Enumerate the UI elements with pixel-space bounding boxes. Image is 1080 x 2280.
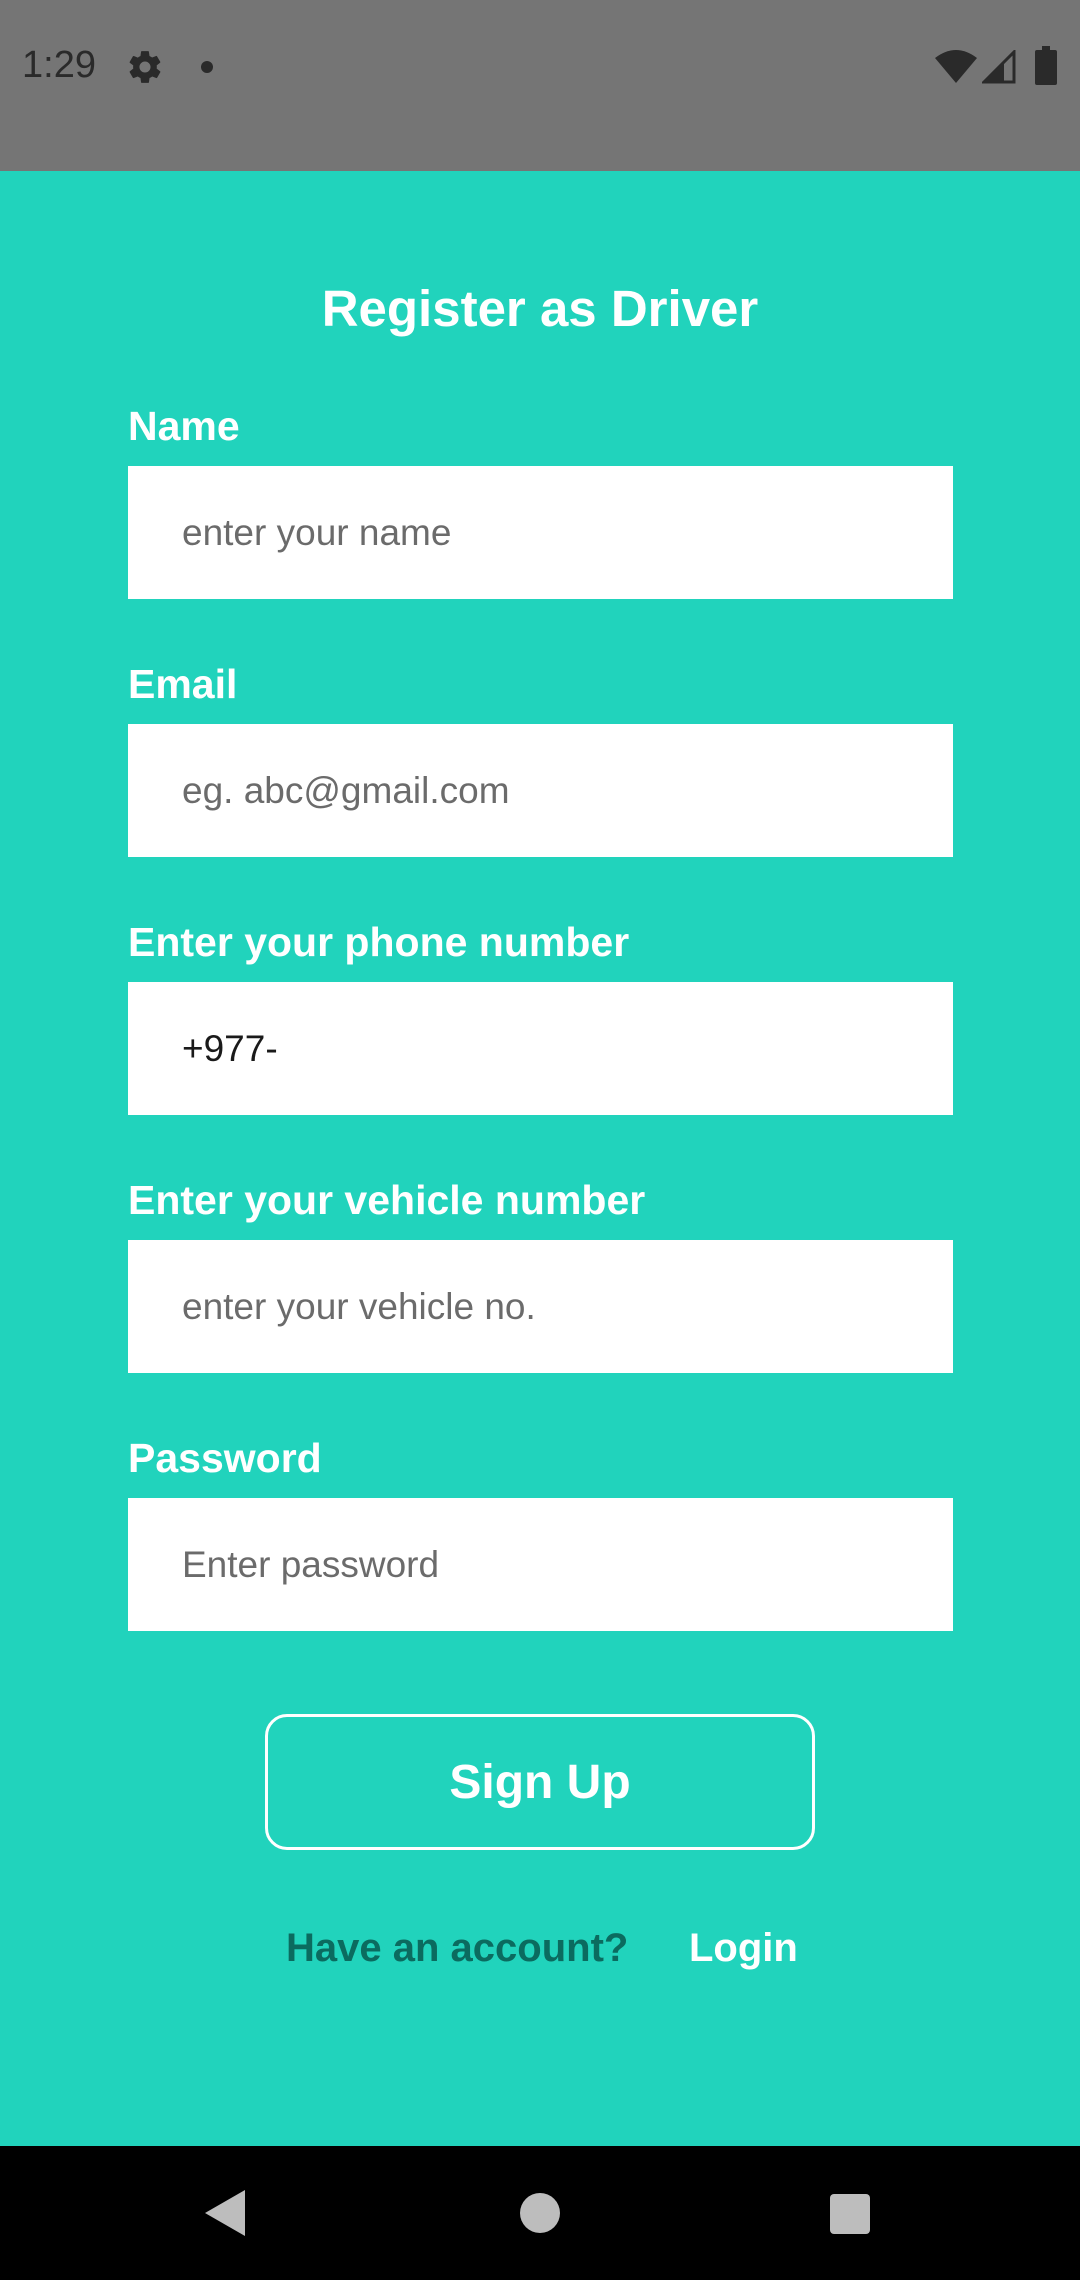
email-field-box — [128, 724, 953, 857]
phone-label: Enter your phone number — [128, 919, 630, 965]
name-input[interactable] — [182, 511, 953, 554]
have-account-text: Have an account? — [286, 1926, 629, 1970]
page-title: Register as Driver — [321, 280, 759, 337]
password-input[interactable] — [182, 1543, 953, 1586]
phone-field-box — [128, 982, 953, 1115]
vehicle-label: Enter your vehicle number — [128, 1177, 646, 1223]
gear-icon — [129, 51, 161, 83]
password-field-box — [128, 1498, 953, 1631]
signal-icon — [982, 50, 1016, 84]
vehicle-input[interactable] — [182, 1285, 953, 1328]
status-bar: 1:29 — [0, 0, 1080, 171]
login-link[interactable]: Login — [689, 1926, 798, 1971]
back-icon[interactable] — [205, 2190, 245, 2236]
name-field-box — [128, 466, 953, 599]
battery-icon — [1035, 46, 1057, 85]
password-label: Password — [128, 1435, 322, 1481]
vehicle-field-box — [128, 1240, 953, 1373]
name-label: Name — [128, 403, 240, 449]
notification-dot-icon — [201, 61, 213, 73]
email-input[interactable] — [182, 769, 953, 812]
home-icon[interactable] — [520, 2193, 560, 2233]
signup-button[interactable]: Sign Up — [265, 1714, 815, 1850]
wifi-icon — [935, 50, 977, 83]
email-label: Email — [128, 661, 238, 707]
recents-icon[interactable] — [830, 2194, 870, 2234]
status-time: 1:29 — [22, 44, 96, 86]
phone-input[interactable] — [182, 1027, 953, 1070]
navigation-bar — [0, 2146, 1080, 2280]
